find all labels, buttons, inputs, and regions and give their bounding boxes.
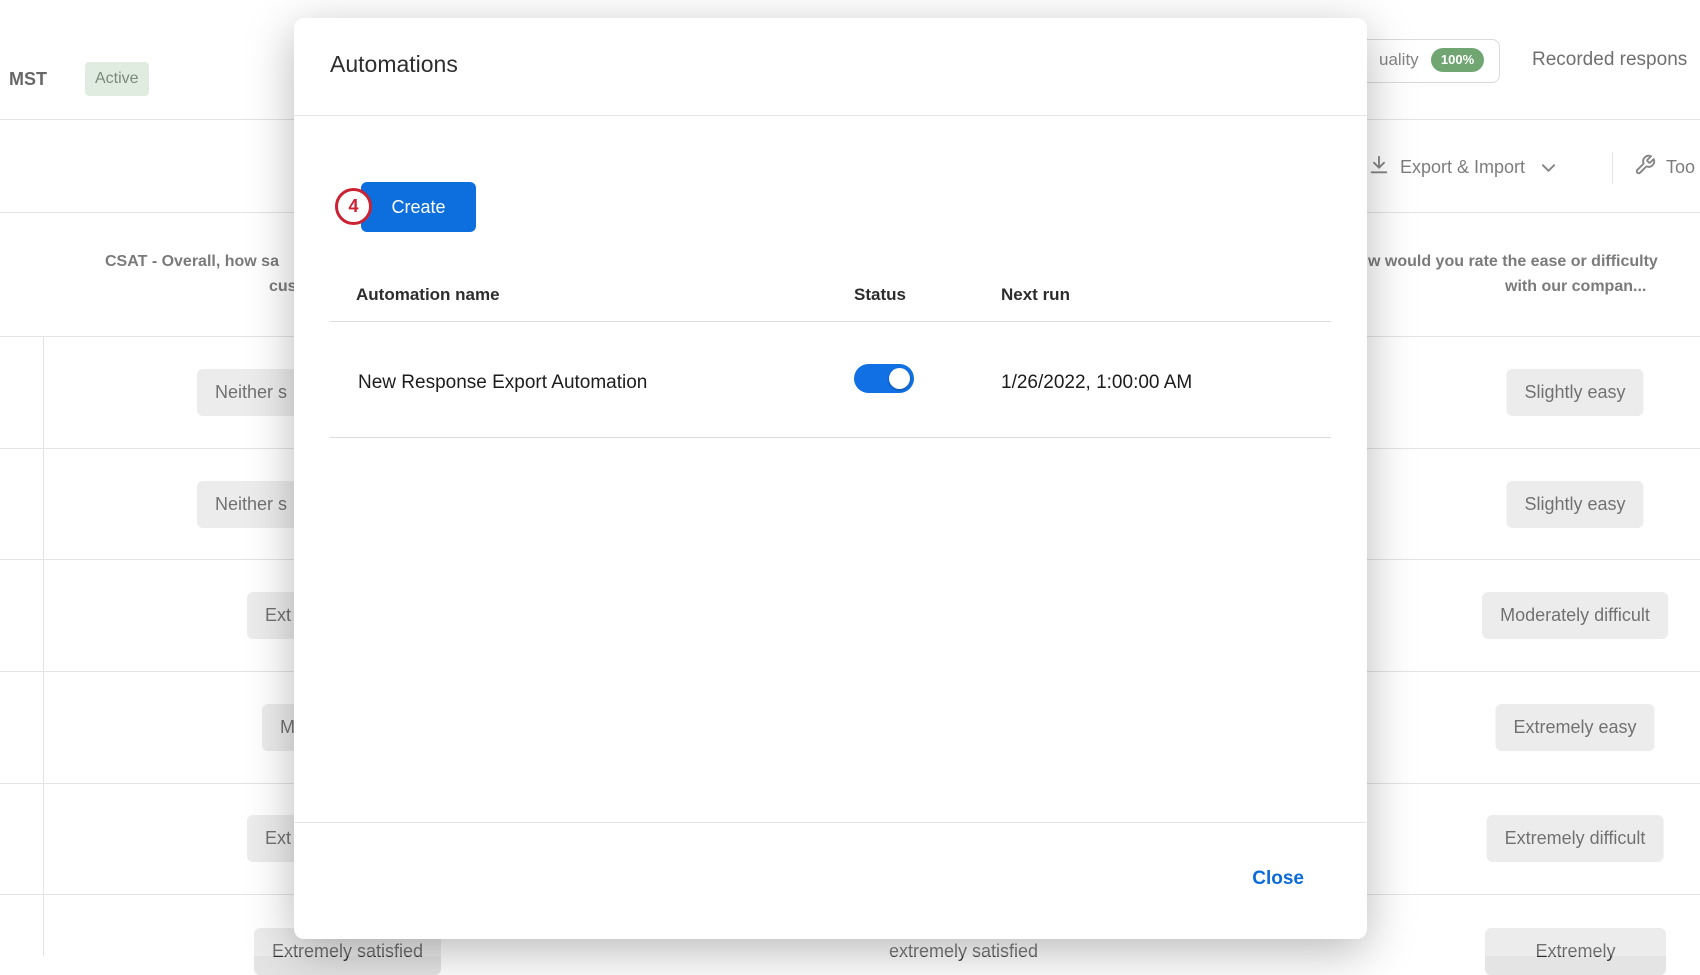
modal-title: Automations [330,51,458,78]
automations-modal: Automations Create 4 Automation name Sta… [294,18,1367,939]
modal-footer-divider [294,822,1367,823]
table-row-divider [330,437,1331,438]
column-header-automation-name: Automation name [356,285,500,305]
toggle-knob [889,368,910,389]
column-header-status: Status [854,285,906,305]
automation-name-cell: New Response Export Automation [358,372,647,394]
modal-header-divider [294,115,1367,116]
next-run-cell: 1/26/2022, 1:00:00 AM [1001,372,1192,394]
table-header-divider [330,321,1331,322]
close-button[interactable]: Close [1252,868,1304,890]
create-button[interactable]: Create [361,182,476,232]
column-header-next-run: Next run [1001,285,1070,305]
status-toggle[interactable] [854,364,914,393]
step-annotation-4: 4 [335,188,372,225]
